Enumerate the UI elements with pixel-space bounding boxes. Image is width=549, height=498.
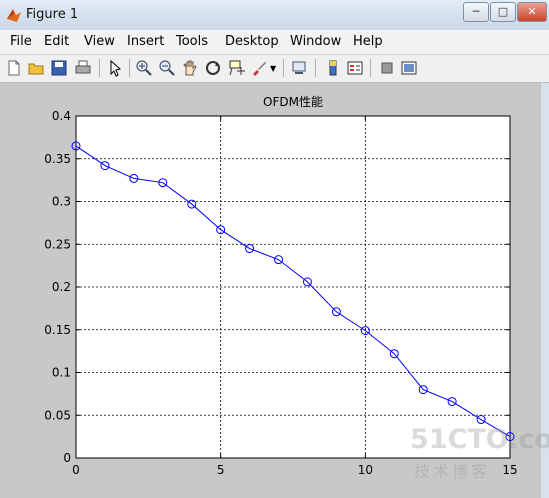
watermark-text: 技术博客 [414, 462, 491, 481]
x-tick-label: 15 [502, 463, 517, 477]
x-tick-label: 5 [217, 463, 225, 477]
y-tick-label: 0.15 [44, 323, 71, 337]
y-tick-label: 0 [63, 451, 71, 465]
y-tick-label: 0.35 [44, 152, 71, 166]
y-tick-label: 0.05 [44, 408, 71, 422]
x-tick-label: 0 [72, 463, 80, 477]
y-tick-label: 0.25 [44, 237, 71, 251]
watermark-logo: 51CTO.com [410, 424, 549, 455]
y-tick-label: 0.2 [52, 280, 71, 294]
x-tick-label: 10 [358, 463, 373, 477]
y-tick-label: 0.4 [52, 109, 71, 123]
y-tick-label: 0.3 [52, 195, 71, 209]
y-tick-label: 0.1 [52, 366, 71, 380]
